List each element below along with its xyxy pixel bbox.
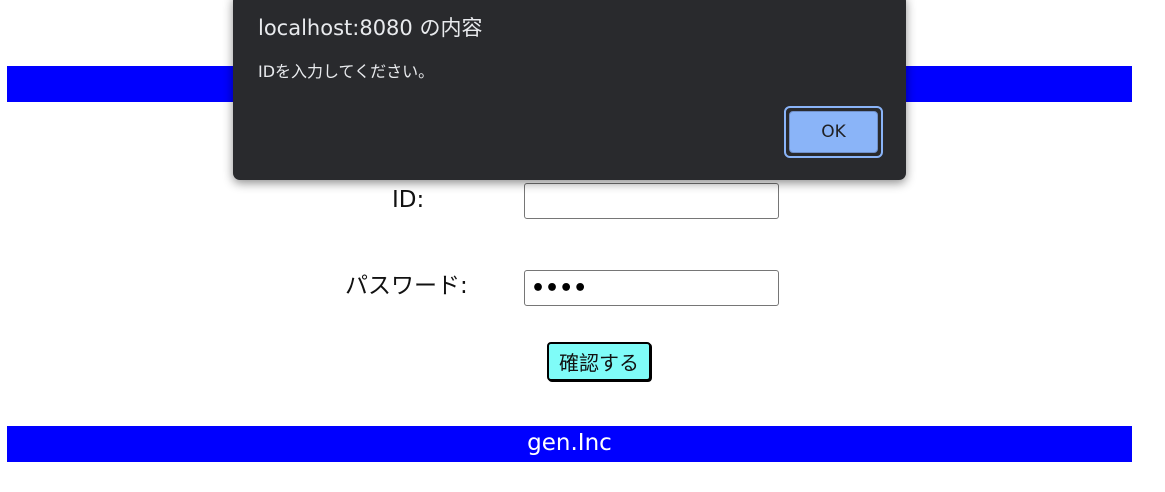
id-input[interactable] — [524, 183, 779, 219]
footer-company-name: gen.Inc — [527, 430, 612, 456]
dialog-ok-button[interactable]: OK — [789, 111, 878, 153]
id-label: ID: — [392, 187, 425, 213]
alert-dialog: localhost:8080 の内容 IDを入力してください。 OK — [233, 0, 906, 180]
dialog-message: IDを入力してください。 — [258, 62, 435, 81]
dialog-title: localhost:8080 の内容 — [258, 16, 483, 40]
footer-bar: gen.Inc — [7, 426, 1132, 462]
confirm-button[interactable]: 確認する — [547, 342, 651, 381]
password-input[interactable] — [524, 270, 779, 306]
password-label: パスワード: — [345, 273, 468, 299]
login-page: ID: パスワード: 確認する gen.Inc localhost:8080 の… — [0, 0, 1165, 492]
dialog-ok-focus-ring: OK — [784, 106, 883, 158]
